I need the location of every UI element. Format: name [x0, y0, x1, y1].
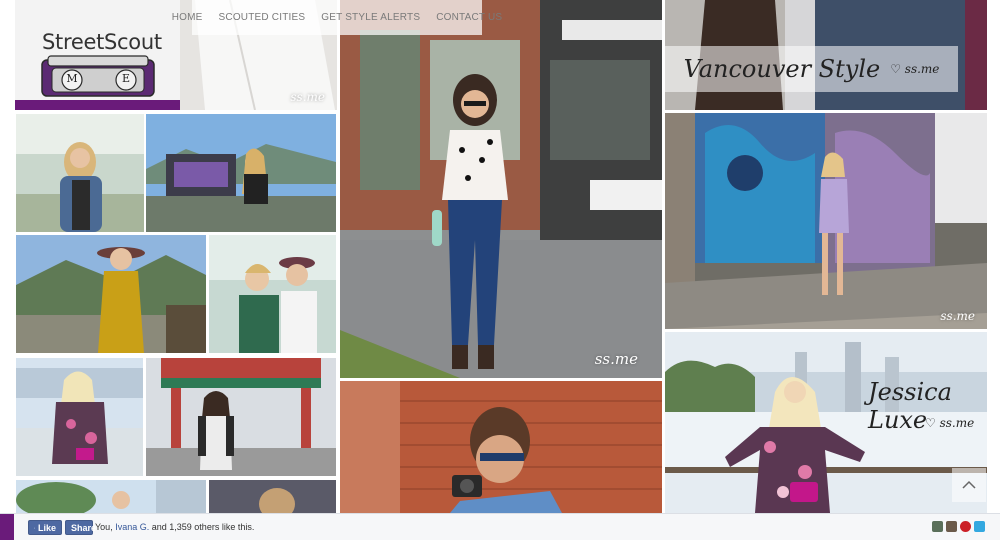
thumbs-up-icon — [34, 527, 35, 528]
bottom-brand-accent — [0, 514, 14, 540]
photo-bottom-left-a[interactable] — [16, 480, 206, 513]
like-count-text: You, Ivana G. and 1,359 others like this… — [95, 522, 254, 532]
nav-contact-us[interactable]: CONTACT US — [436, 12, 502, 23]
facebook-share-button[interactable]: Share — [65, 520, 97, 535]
handle-text: ss.me — [904, 62, 940, 76]
pinterest-icon[interactable] — [960, 521, 971, 532]
like-rest: and 1,359 others like this. — [151, 522, 255, 532]
handle-text: ss.me — [939, 416, 975, 430]
vancouver-style-handle: ♡ ss.me — [890, 62, 940, 76]
friend-link[interactable]: Ivana G. — [115, 522, 149, 532]
nav-home[interactable]: HOME — [172, 12, 203, 23]
instagram-icon[interactable] — [946, 521, 957, 532]
photo-two-girls-festival[interactable] — [209, 235, 336, 353]
photo-girl-kimono-waterfront[interactable] — [16, 358, 143, 476]
vancouver-style-banner[interactable]: Vancouver Style ♡ ss.me — [665, 46, 958, 92]
logo-letter-e: E — [121, 72, 131, 85]
twitter-icon[interactable] — [974, 521, 985, 532]
photo-festival-stage-girl[interactable] — [146, 114, 336, 232]
tile-watermark: ss.me — [940, 309, 975, 323]
like-you: You, — [95, 522, 113, 532]
chevron-up-icon — [962, 480, 976, 489]
facebook-like-bar: Like Share You, Ivana G. and 1,359 other… — [0, 513, 1000, 540]
nav-get-style-alerts[interactable]: GET STYLE ALERTS — [321, 12, 420, 23]
jessica-luxe-handle: ♡ ss.me — [925, 416, 975, 430]
photo-girl-graffiti-alley[interactable]: ss.me — [665, 113, 987, 329]
share-label: Share — [71, 522, 97, 533]
top-navigation: HOME SCOUTED CITIES GET STYLE ALERTS CON… — [172, 0, 502, 35]
nav-scouted-cities[interactable]: SCOUTED CITIES — [219, 12, 306, 23]
photo-bottom-left-b[interactable] — [209, 480, 336, 513]
tile-watermark: ss.me — [290, 90, 325, 104]
photo-girl-hat-yellow-dress[interactable] — [16, 235, 206, 353]
logo-suitcase-icon — [41, 55, 155, 97]
photo-girl-polka-dot-storefront[interactable]: ss.me — [340, 0, 662, 378]
scroll-to-top-button[interactable] — [952, 468, 986, 502]
logo-letter-m: M — [66, 72, 78, 85]
vancouver-style-title: Vancouver Style — [683, 55, 881, 83]
photo-girl-chinatown-gate[interactable] — [146, 358, 336, 476]
like-label: Like — [37, 522, 56, 533]
logo-wordmark[interactable]: StreetScout — [42, 30, 162, 54]
photo-festival-girl-jacket[interactable] — [16, 114, 144, 232]
photo-guy-camera-brick-wall[interactable] — [340, 381, 662, 513]
google-plus-icon[interactable] — [932, 521, 943, 532]
tile-watermark: ss.me — [594, 350, 638, 368]
facebook-like-button[interactable]: Like — [28, 520, 62, 535]
